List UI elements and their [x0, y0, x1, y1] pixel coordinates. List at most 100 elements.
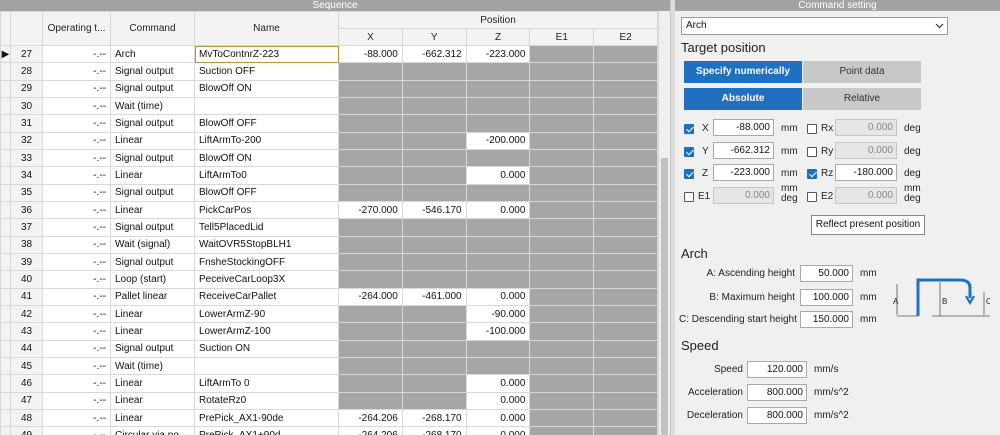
reflect-present-position-button[interactable]: Reflect present position — [811, 215, 925, 235]
checkbox-e2[interactable] — [807, 192, 817, 202]
cell-name[interactable]: RotateRz0 — [194, 391, 339, 410]
cell-z[interactable] — [465, 270, 531, 289]
cell-command[interactable]: Wait (time) — [110, 96, 195, 116]
cell-e2[interactable] — [593, 270, 658, 289]
cell-z[interactable]: 0.000 — [465, 391, 531, 410]
checkbox-e1[interactable] — [684, 192, 694, 202]
cell-x[interactable] — [338, 322, 403, 341]
cell-y[interactable]: -268.170 — [401, 426, 467, 435]
col-header-z[interactable]: Z — [465, 28, 531, 46]
cell-e2[interactable] — [593, 339, 658, 358]
cell-e1[interactable] — [529, 166, 595, 185]
cell-e2[interactable] — [593, 96, 658, 116]
cell-command[interactable]: Wait (signal) — [110, 235, 195, 254]
table-row[interactable]: 38 -.-- Wait (signal) WaitOVR5StopBLH1 — [0, 235, 658, 254]
cell-x[interactable] — [338, 252, 403, 272]
cell-x[interactable] — [338, 270, 403, 289]
cell-x[interactable] — [338, 183, 403, 202]
cell-x[interactable] — [338, 374, 403, 393]
cell-e1[interactable] — [529, 200, 595, 220]
cell-z[interactable] — [465, 114, 531, 133]
col-header-e1[interactable]: E1 — [529, 28, 595, 46]
cell-name[interactable]: PeceiveCarLoop3X — [194, 270, 339, 289]
cell-x[interactable] — [338, 356, 403, 376]
table-row[interactable]: 39 -.-- Signal output FnsheStockingOFF — [0, 252, 658, 272]
cell-e2[interactable] — [593, 44, 658, 64]
table-row[interactable]: 46 -.-- Linear LiftArmTo 0 0.000 — [0, 374, 658, 393]
cell-e2[interactable] — [593, 166, 658, 185]
cell-command[interactable]: Arch — [110, 44, 195, 64]
cell-e1[interactable] — [529, 339, 595, 358]
cell-name[interactable]: LiftArmTo-200 — [194, 131, 339, 150]
cell-e2[interactable] — [593, 252, 658, 272]
scrollbar-thumb[interactable] — [661, 158, 668, 435]
cell-name[interactable]: LiftArmTo0 — [194, 166, 339, 185]
cell-e2[interactable] — [593, 131, 658, 150]
command-type-dropdown[interactable]: Arch — [681, 17, 948, 35]
cell-y[interactable] — [401, 62, 467, 81]
cell-e2[interactable] — [593, 114, 658, 133]
cell-e2[interactable] — [593, 356, 658, 376]
cell-e2[interactable] — [593, 408, 658, 428]
cell-z[interactable] — [465, 356, 531, 376]
tab-specify-numerically[interactable]: Specify numerically — [684, 61, 802, 83]
tab-absolute[interactable]: Absolute — [684, 88, 802, 110]
cell-x[interactable] — [338, 62, 403, 81]
sequence-vertical-scrollbar[interactable] — [658, 11, 670, 435]
cell-y[interactable] — [401, 339, 467, 358]
cell-y[interactable]: -268.170 — [401, 408, 467, 428]
cell-command[interactable]: Signal output — [110, 252, 195, 272]
cell-command[interactable]: Linear — [110, 200, 195, 220]
cell-e2[interactable] — [593, 200, 658, 220]
table-row[interactable]: 47 -.-- Linear RotateRz0 0.000 — [0, 391, 658, 410]
cell-e1[interactable] — [529, 408, 595, 428]
cell-x[interactable]: -264.206 — [338, 408, 403, 428]
col-header-y[interactable]: Y — [401, 28, 467, 46]
cell-e1[interactable] — [529, 44, 595, 64]
table-row[interactable]: 30 -.-- Wait (time) — [0, 96, 658, 116]
cell-y[interactable] — [401, 252, 467, 272]
cell-z[interactable] — [465, 96, 531, 116]
cell-x[interactable]: -270.000 — [338, 200, 403, 220]
input-z[interactable]: -223.000 — [713, 164, 774, 181]
cell-name[interactable]: Suction ON — [194, 339, 339, 358]
cell-e1[interactable] — [529, 270, 595, 289]
cell-e2[interactable] — [593, 391, 658, 410]
cell-x[interactable] — [338, 96, 403, 116]
cell-command[interactable]: Linear — [110, 408, 195, 428]
cell-z[interactable]: -223.000 — [465, 44, 531, 64]
cell-z[interactable] — [465, 79, 531, 98]
cell-y[interactable] — [401, 270, 467, 289]
cell-name[interactable]: Tell5PlacedLid — [194, 218, 339, 237]
cell-y[interactable] — [401, 304, 467, 324]
cell-z[interactable]: 0.000 — [465, 374, 531, 393]
checkbox-rx[interactable] — [807, 124, 817, 134]
input-maximum-height[interactable]: 100.000 — [800, 289, 853, 306]
cell-e1[interactable] — [529, 183, 595, 202]
cell-name[interactable]: FnsheStockingOFF — [194, 252, 339, 272]
cell-e1[interactable] — [529, 356, 595, 376]
cell-e2[interactable] — [593, 79, 658, 98]
cell-e1[interactable] — [529, 131, 595, 150]
table-row[interactable]: 28 -.-- Signal output Suction OFF — [0, 62, 658, 81]
cell-x[interactable]: -88.000 — [338, 44, 403, 64]
table-row[interactable]: 37 -.-- Signal output Tell5PlacedLid — [0, 218, 658, 237]
checkbox-x[interactable] — [684, 124, 694, 134]
input-descending-start-height[interactable]: 150.000 — [800, 311, 853, 328]
input-e2[interactable]: 0.000 — [835, 187, 897, 204]
cell-x[interactable] — [338, 235, 403, 254]
tab-relative[interactable]: Relative — [803, 88, 921, 110]
input-ascending-height[interactable]: 50.000 — [800, 265, 853, 282]
input-rz[interactable]: -180.000 — [835, 164, 897, 181]
cell-y[interactable]: -546.170 — [401, 200, 467, 220]
table-row[interactable]: 49-.--Circular via po...PrePick_AX1+90d-… — [0, 426, 658, 435]
cell-name[interactable]: BlowOff OFF — [194, 114, 339, 133]
input-deceleration[interactable]: 800.000 — [747, 407, 807, 424]
cell-name[interactable]: Suction OFF — [194, 62, 339, 81]
cell-command[interactable]: Signal output — [110, 183, 195, 202]
col-header-operating-time[interactable]: Operating t... — [42, 11, 111, 46]
table-row[interactable]: 35 -.-- Signal output BlowOff OFF — [0, 183, 658, 202]
cell-name[interactable]: PrePick_AX1-90de — [194, 408, 339, 428]
cell-e2[interactable] — [593, 62, 658, 81]
cell-command[interactable]: Linear — [110, 304, 195, 324]
